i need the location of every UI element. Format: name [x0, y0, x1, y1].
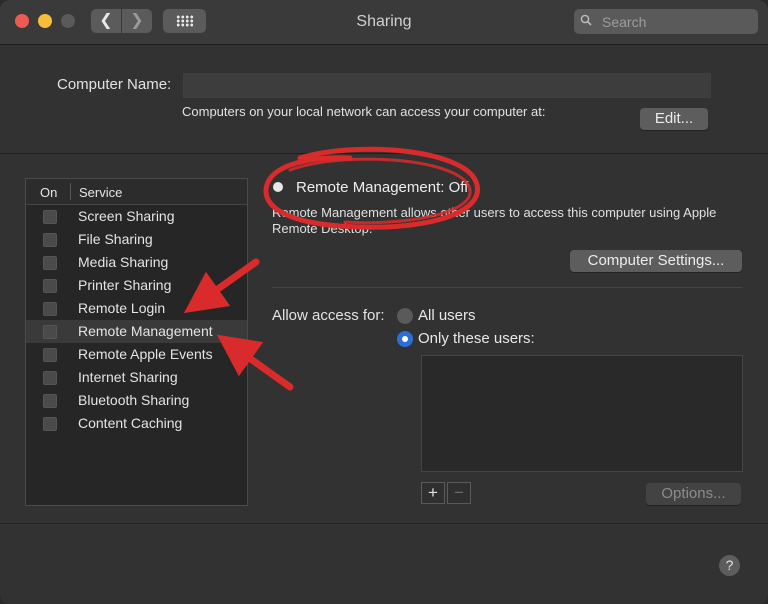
computer-name-label: Computer Name:: [57, 76, 172, 93]
title-bar: ❮ ❯ Sharing: [0, 0, 768, 45]
service-row-remote-management[interactable]: Remote Management: [26, 320, 247, 343]
service-label: Remote Login: [78, 300, 166, 316]
service-checkbox[interactable]: [43, 394, 57, 408]
network-access-text: Computers on your local network can acce…: [182, 104, 546, 119]
service-checkbox[interactable]: [43, 302, 57, 316]
service-checkbox[interactable]: [43, 210, 57, 224]
all-users-radio[interactable]: [397, 308, 413, 324]
service-row-remote-apple-events[interactable]: Remote Apple Events: [26, 343, 247, 366]
help-button[interactable]: ?: [719, 555, 740, 576]
search-input[interactable]: [600, 12, 754, 32]
sharing-window: ❮ ❯ Sharing Computer Name: Computers on …: [0, 0, 768, 604]
only-these-users-label[interactable]: Only these users:: [418, 330, 535, 347]
on-column-header[interactable]: On: [40, 185, 57, 200]
service-label: Bluetooth Sharing: [78, 392, 190, 408]
service-row-media-sharing[interactable]: Media Sharing: [26, 251, 247, 274]
service-label: Printer Sharing: [78, 277, 172, 293]
detail-divider: [272, 287, 742, 288]
service-label: File Sharing: [78, 231, 153, 247]
footer-divider: [0, 523, 768, 524]
computer-settings-button[interactable]: Computer Settings...: [570, 250, 742, 272]
service-checkbox[interactable]: [43, 371, 57, 385]
service-row-file-sharing[interactable]: File Sharing: [26, 228, 247, 251]
services-list: On Service Screen Sharing File Sharing M…: [25, 178, 248, 506]
service-row-printer-sharing[interactable]: Printer Sharing: [26, 274, 247, 297]
services-header: On Service: [26, 179, 247, 205]
service-row-bluetooth-sharing[interactable]: Bluetooth Sharing: [26, 389, 247, 412]
service-label: Media Sharing: [78, 254, 169, 270]
allow-access-label: Allow access for:: [272, 307, 385, 324]
service-checkbox[interactable]: [43, 233, 57, 247]
options-button[interactable]: Options...: [646, 483, 741, 505]
column-separator: [70, 183, 71, 200]
service-checkbox[interactable]: [43, 325, 57, 339]
computer-name-field[interactable]: [183, 73, 711, 98]
service-label: Content Caching: [78, 415, 183, 431]
service-checkbox[interactable]: [43, 417, 57, 431]
service-label: Remote Apple Events: [78, 346, 213, 362]
service-checkbox[interactable]: [43, 348, 57, 362]
search-icon: [580, 14, 592, 26]
remote-management-description: Remote Management allows other users to …: [272, 205, 717, 236]
service-label: Internet Sharing: [78, 369, 178, 385]
status-indicator-icon: [273, 182, 283, 192]
search-field[interactable]: [574, 9, 758, 34]
service-label: Remote Management: [78, 323, 213, 339]
service-row-screen-sharing[interactable]: Screen Sharing: [26, 205, 247, 228]
service-checkbox[interactable]: [43, 279, 57, 293]
users-list[interactable]: [421, 355, 743, 472]
service-row-internet-sharing[interactable]: Internet Sharing: [26, 366, 247, 389]
service-label: Screen Sharing: [78, 208, 175, 224]
all-users-label[interactable]: All users: [418, 307, 476, 324]
service-row-content-caching[interactable]: Content Caching: [26, 412, 247, 435]
service-column-header[interactable]: Service: [79, 185, 122, 200]
section-divider: [0, 153, 768, 154]
remove-user-button[interactable]: −: [447, 482, 471, 504]
edit-button[interactable]: Edit...: [640, 108, 708, 130]
add-user-button[interactable]: +: [421, 482, 445, 504]
service-checkbox[interactable]: [43, 256, 57, 270]
only-these-users-radio[interactable]: [397, 331, 413, 347]
remote-management-status: Remote Management: Off: [296, 179, 469, 196]
service-row-remote-login[interactable]: Remote Login: [26, 297, 247, 320]
